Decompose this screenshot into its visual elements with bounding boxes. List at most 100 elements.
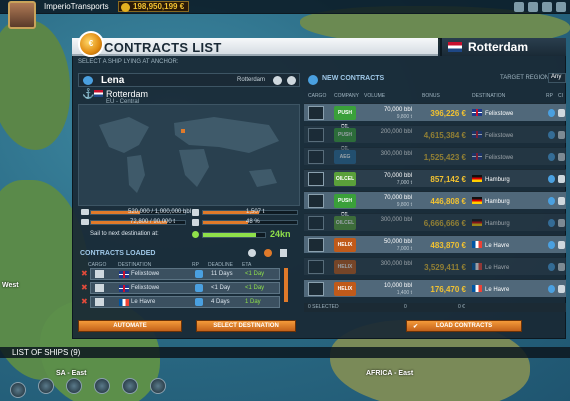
dropdown-icon[interactable] — [287, 76, 296, 85]
region-label-west[interactable]: West — [2, 282, 19, 289]
trophy-icon[interactable] — [514, 2, 524, 12]
uk-flag-icon — [119, 271, 129, 278]
target-region-select[interactable]: Any — [548, 73, 566, 83]
info-icon[interactable] — [558, 219, 565, 227]
col-company[interactable]: COMPANY — [334, 93, 359, 99]
refresh-icon[interactable] — [248, 249, 256, 257]
gear-icon[interactable] — [528, 2, 538, 12]
col-destination[interactable]: DESTINATION — [472, 93, 505, 99]
info-icon[interactable] — [558, 285, 565, 293]
new-contracts-header: NEW CONTRACTS TARGET REGION Any — [304, 73, 566, 87]
ship-selector[interactable]: Lena Rotterdam — [78, 73, 300, 87]
select-ship-hint: SELECT A SHIP LYING AT ANCHOR: — [78, 59, 179, 65]
contract-row[interactable]: OILCEL 70,000 bbl 7,000 t 857,142 € Hamburg — [304, 169, 566, 187]
info-icon[interactable] — [558, 175, 565, 183]
info-icon[interactable] — [558, 263, 565, 271]
contracts-loaded-title: CONTRACTS LOADED — [80, 250, 156, 257]
close-icon[interactable] — [556, 2, 566, 12]
cargo-weight-text: 72,800 / 90,000 t — [130, 219, 176, 225]
company-logo: AEG — [334, 150, 356, 164]
footer-bonus-sum: 0 € — [458, 304, 465, 310]
contract-row[interactable]: AEG 300,000 bbl 1,525,423 € Felixstowe — [304, 147, 566, 165]
remove-icon[interactable]: ✖ — [81, 270, 89, 278]
contract-row[interactable]: PUSH OIL 70,000 bbl9,800 t 446,808 € Hambur… — [304, 191, 566, 218]
ship-info-icon[interactable] — [273, 76, 282, 85]
contract-volume: 300,000 bbl — [380, 261, 412, 267]
fr-flag-icon — [472, 285, 482, 292]
uk-flag-icon — [472, 131, 482, 138]
destination-name: Felixstowe — [485, 132, 514, 139]
col-bonus[interactable]: BONUS — [422, 93, 440, 99]
info-icon[interactable] — [558, 109, 565, 117]
destination-name: Felixstowe — [485, 154, 514, 161]
contract-volume: 70,000 bbl — [383, 195, 412, 201]
anchor-icon[interactable] — [66, 378, 82, 394]
contract-volume: 200,000 bbl — [380, 129, 412, 135]
list-of-ships-bar[interactable]: LIST OF SHIPS (9) — [0, 347, 570, 358]
load-contracts-label: LOAD CONTRACTS — [435, 323, 493, 329]
contract-bonus: 6,666,666 € — [423, 219, 466, 228]
col-cargo[interactable]: CARGO — [308, 93, 326, 99]
dest-flag — [472, 285, 482, 294]
speed-slider[interactable] — [202, 232, 266, 238]
contract-row[interactable]: PUSH OIL 70,000 bbl9,800 t 396,226 € Felixs… — [304, 103, 566, 130]
ship-icon — [83, 76, 93, 85]
remove-icon[interactable]: ✖ — [81, 284, 89, 292]
contract-bonus: 1,525,423 € — [423, 153, 466, 162]
world-minimap[interactable] — [78, 104, 300, 206]
col-info[interactable]: CI — [558, 93, 563, 99]
region-label-africa-east[interactable]: AFRICA - East — [366, 370, 413, 377]
netherlands-flag-icon — [448, 42, 462, 52]
info-icon[interactable] — [558, 131, 565, 139]
contract-row[interactable]: HELIX 300,000 bbl 3,529,411 € Le Havre — [304, 257, 566, 275]
cargo-icon — [308, 128, 324, 142]
ship-icon[interactable] — [38, 378, 54, 394]
rp-icon — [548, 197, 555, 205]
info-icon[interactable] — [558, 153, 565, 161]
trash-icon[interactable] — [280, 249, 287, 257]
info-icon[interactable] — [558, 241, 565, 249]
current-port-bar: Rotterdam — [440, 38, 566, 56]
dest-flag — [472, 197, 482, 206]
loaded-contract-row[interactable]: ✖ Le Havre 4 Days 1 Day — [81, 296, 280, 308]
cargo-icon — [95, 270, 104, 278]
wrench-icon — [192, 219, 199, 226]
contract-row[interactable]: HELIX 10,000 bbl 1,400 t 176,470 € Le Havre — [304, 279, 566, 297]
contract-row[interactable]: PUSH OIL 200,000 bbl 4,615,384 € Felixstowe — [304, 125, 566, 152]
cargo-icon — [308, 106, 324, 120]
avatar[interactable] — [8, 1, 36, 29]
company-logo: HELIX — [334, 282, 356, 296]
globe-icon[interactable] — [122, 378, 138, 394]
money-icon[interactable] — [10, 382, 26, 398]
contract-row[interactable]: OILCEL 300,000 bbl 6,666,666 € Hamburg — [304, 213, 566, 231]
info-icon[interactable] — [558, 197, 565, 205]
company-logo: PUSH OIL — [334, 106, 356, 130]
contract-row[interactable]: HELIX 50,000 bbl 7,000 t 483,870 € Le Havre — [304, 235, 566, 253]
destination-name: Hamburg — [485, 198, 510, 205]
loaded-contract-row[interactable]: ✖ Felixstowe <1 Day <1 Day — [81, 282, 280, 294]
col-rp[interactable]: RP — [546, 93, 553, 99]
calendar-icon[interactable] — [542, 2, 552, 12]
fire-icon[interactable] — [264, 249, 272, 257]
compass-icon[interactable] — [150, 378, 166, 394]
speed-fill — [203, 233, 256, 237]
contract-volume: 50,000 bbl — [383, 239, 412, 245]
destination-name: Le Havre — [485, 264, 510, 271]
dest-flag — [472, 153, 482, 162]
automate-button[interactable]: AUTOMATE — [78, 320, 182, 332]
contract-bonus: 176,470 € — [430, 285, 466, 294]
select-destination-button[interactable]: SELECT DESTINATION — [196, 320, 296, 332]
destination-name: Hamburg — [485, 220, 510, 227]
loaded-eta: 1 Day — [245, 299, 261, 305]
contract-bonus: 483,870 € — [430, 241, 466, 250]
loaded-scrollbar[interactable] — [284, 268, 288, 302]
col-volume[interactable]: VOLUME — [364, 93, 385, 99]
remove-icon[interactable]: ✖ — [81, 298, 89, 306]
loaded-contract-row[interactable]: ✖ Felixstowe 11 Days <1 Day — [81, 268, 280, 280]
cargo-icon[interactable] — [94, 378, 110, 394]
ship-stats: 520,000 / 1,000,000 bbl 72,800 / 90,000 … — [78, 207, 300, 247]
globe-icon — [308, 75, 318, 85]
contract-bonus: 446,808 € — [430, 197, 466, 206]
load-contracts-button[interactable]: ✔ LOAD CONTRACTS — [406, 320, 522, 332]
destination-name: Le Havre — [485, 242, 510, 249]
